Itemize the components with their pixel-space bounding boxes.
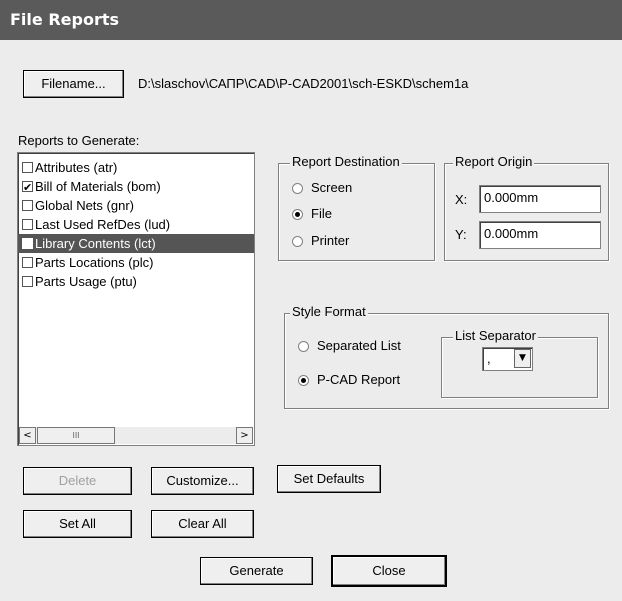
report-list-item-label: Library Contents (lct) [35,236,156,251]
style-separated-list-radio[interactable]: Separated List [298,338,401,353]
report-list-item-label: Parts Usage (ptu) [35,274,137,289]
scroll-left-icon[interactable]: < [19,427,36,444]
origin-y-label: Y: [455,227,467,242]
destination-file-radio[interactable]: File [292,206,332,221]
delete-button[interactable]: Delete [23,467,132,495]
destination-file-label: File [311,206,332,221]
report-destination-label: Report Destination [290,154,402,169]
radio-checked-icon [298,375,309,387]
report-list-item[interactable]: Global Nets (gnr) [18,196,254,215]
window-title: File Reports [10,10,119,29]
customize-button[interactable]: Customize... [151,467,254,495]
report-list-item-label: Global Nets (gnr) [35,198,134,213]
report-list-item-label: Last Used RefDes (lud) [35,217,171,232]
checkbox-icon[interactable] [22,219,33,230]
style-format-label: Style Format [290,304,368,319]
origin-y-input[interactable]: 0.000mm [479,221,601,249]
destination-screen-label: Screen [311,180,353,195]
report-list-item[interactable]: Parts Usage (ptu) [18,272,254,291]
style-separated-list-label: Separated List [317,338,401,353]
radio-icon [292,183,303,195]
checkbox-icon[interactable] [22,162,33,173]
report-list-item-label: Bill of Materials (bom) [35,179,161,194]
checkbox-icon[interactable] [22,276,33,287]
checkbox-icon[interactable] [22,238,33,249]
checkbox-checked-icon[interactable] [22,178,33,197]
title-bar: File Reports [0,0,622,40]
report-list-item[interactable]: Bill of Materials (bom) [18,177,254,197]
report-origin-label: Report Origin [453,154,535,169]
file-reports-dialog: File Reports Filename... D:\slaschov\САП… [0,0,622,601]
destination-screen-radio[interactable]: Screen [292,180,352,195]
style-pcad-report-radio[interactable]: P-CAD Report [298,372,400,387]
horizontal-scrollbar[interactable]: < III > [19,427,253,444]
style-pcad-report-label: P-CAD Report [317,372,401,387]
list-separator-value: , [487,351,491,366]
reports-list[interactable]: Attributes (atr) Bill of Materials (bom) G… [17,152,255,446]
reports-label: Reports to Generate: [18,133,140,148]
radio-icon [292,236,303,248]
destination-printer-label: Printer [311,233,350,248]
set-all-button[interactable]: Set All [23,510,132,538]
generate-button[interactable]: Generate [200,557,313,585]
filename-button[interactable]: Filename... [23,70,124,98]
checkbox-icon[interactable] [22,257,33,268]
report-list-item-label: Attributes (atr) [35,160,118,175]
report-list-item-label: Parts Locations (plc) [35,255,154,270]
scroll-right-icon[interactable]: > [236,427,253,444]
report-list-item[interactable]: Last Used RefDes (lud) [18,215,254,234]
origin-x-label: X: [455,192,468,207]
report-list-item[interactable]: Library Contents (lct) [18,234,254,253]
close-button[interactable]: Close [331,555,447,587]
destination-printer-radio[interactable]: Printer [292,233,349,248]
checkbox-icon[interactable] [22,200,33,211]
filename-path: D:\slaschov\САПР\CAD\P-CAD2001\sch-ESKD\… [138,76,469,91]
clear-all-button[interactable]: Clear All [151,510,254,538]
set-defaults-button[interactable]: Set Defaults [277,465,381,493]
chevron-down-icon[interactable]: ▼ [514,349,531,368]
list-separator-select[interactable]: , ▼ [482,347,533,371]
report-list-item[interactable]: Parts Locations (plc) [18,253,254,272]
list-separator-label: List Separator [453,328,538,343]
origin-x-input[interactable]: 0.000mm [479,185,601,213]
radio-icon [298,341,309,353]
report-list-item[interactable]: Attributes (atr) [18,158,254,177]
scroll-thumb[interactable]: III [37,427,115,444]
radio-checked-icon [292,209,303,221]
